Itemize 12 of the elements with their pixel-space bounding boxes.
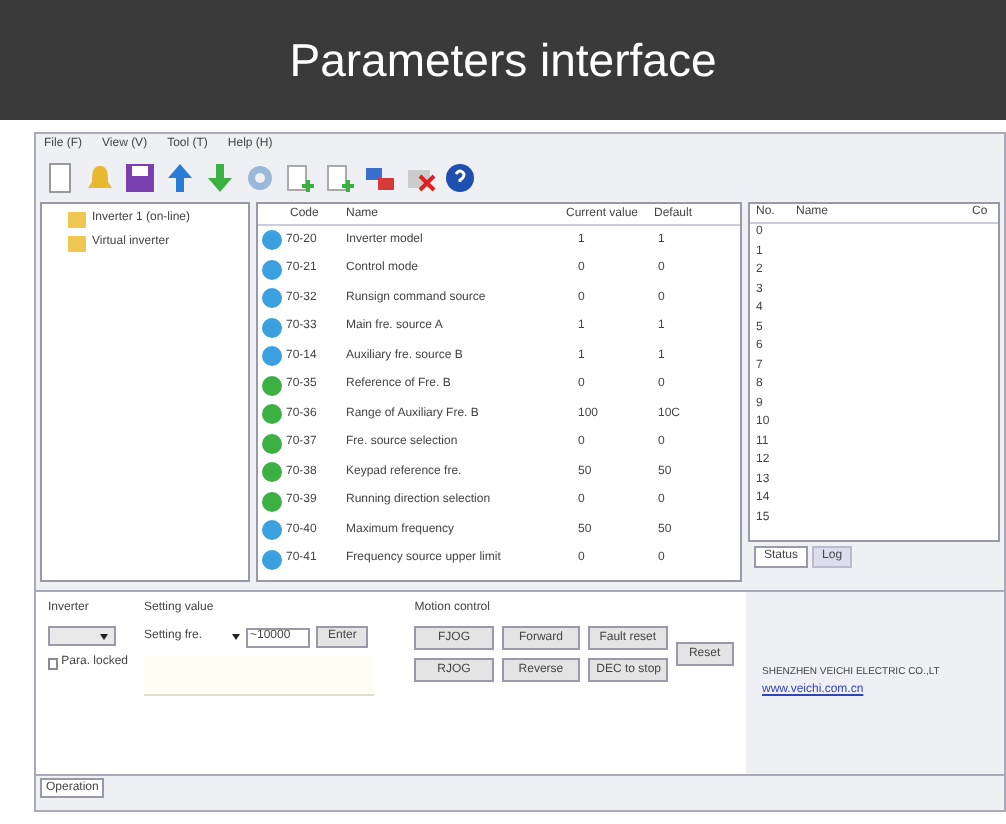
inverter-dropdown[interactable]	[48, 626, 116, 646]
banner-title: Parameters interface	[289, 31, 717, 90]
checkbox[interactable]	[48, 657, 58, 669]
new-document-icon[interactable]	[44, 162, 76, 194]
document-plus-icon[interactable]	[284, 162, 316, 194]
caret-icon	[232, 634, 240, 640]
up-arrow-icon[interactable]	[164, 162, 196, 194]
help-icon[interactable]	[444, 162, 476, 194]
document-plus-icon[interactable]	[324, 162, 356, 194]
caret-icon	[100, 633, 108, 639]
down-arrow-icon[interactable]	[204, 162, 236, 194]
save-icon[interactable]	[124, 162, 156, 194]
